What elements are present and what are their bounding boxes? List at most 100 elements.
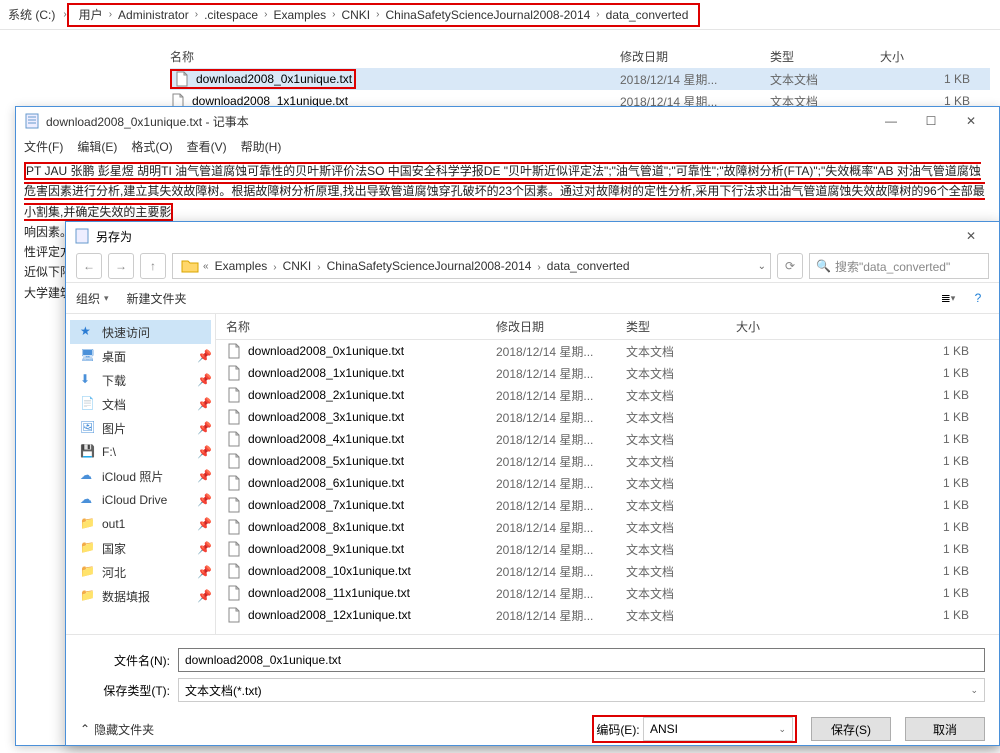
file-row[interactable]: download2008_9x1unique.txt2018/12/14 星期.… <box>216 538 999 560</box>
maximize-icon[interactable]: ☐ <box>911 108 951 134</box>
file-row[interactable]: download2008_8x1unique.txt2018/12/14 星期.… <box>216 516 999 538</box>
sidebar-item[interactable]: 📁河北📌 <box>70 560 211 584</box>
dialog-footer: 文件名(N): 保存类型(T): 文本文档(*.txt)⌄ ⌃ 隐藏文件夹 编码… <box>66 634 999 753</box>
sidebar-item[interactable]: 🖼图片📌 <box>70 416 211 440</box>
sidebar-label: iCloud Drive <box>102 493 167 507</box>
notepad-icon <box>24 113 40 129</box>
col-size[interactable]: 大小 <box>736 318 999 335</box>
col-name[interactable]: 名称 <box>170 48 620 65</box>
menu-item[interactable]: 帮助(H) <box>241 138 282 155</box>
cancel-button[interactable]: 取消 <box>905 717 985 741</box>
sidebar-label: 图片 <box>102 420 126 437</box>
file-row[interactable]: download2008_1x1unique.txt2018/12/14 星期.… <box>216 362 999 384</box>
sidebar-item[interactable]: 📁数据填报📌 <box>70 584 211 608</box>
breadcrumb-path[interactable]: 用户›Administrator›.citespace›Examples›CNK… <box>67 3 701 27</box>
breadcrumb-item[interactable]: Examples <box>267 8 332 22</box>
notepad-title: download2008_0x1unique.txt - 记事本 <box>46 113 871 130</box>
close-icon[interactable]: ✕ <box>951 108 991 134</box>
sidebar-item[interactable]: 📁国家📌 <box>70 536 211 560</box>
breadcrumb-item[interactable]: Examples <box>209 259 274 273</box>
col-type[interactable]: 类型 <box>770 48 880 65</box>
pic-icon: 🖼 <box>80 420 96 436</box>
notepad-titlebar[interactable]: download2008_0x1unique.txt - 记事本 — ☐ ✕ <box>16 107 999 135</box>
download-icon: ⬇ <box>80 372 96 388</box>
menu-item[interactable]: 格式(O) <box>131 138 172 155</box>
view-options-icon[interactable]: ≣ ▾ <box>937 288 959 308</box>
search-input[interactable]: 🔍 搜索"data_converted" <box>809 253 989 279</box>
close-icon[interactable]: ✕ <box>951 223 991 249</box>
file-row[interactable]: download2008_2x1unique.txt2018/12/14 星期.… <box>216 384 999 406</box>
breadcrumb-item[interactable]: CNKI <box>335 8 376 22</box>
hide-folders-toggle[interactable]: ⌃ 隐藏文件夹 <box>80 721 154 738</box>
path-box[interactable]: « Examples›CNKI›ChinaSafetyScienceJourna… <box>172 253 771 279</box>
save-button[interactable]: 保存(S) <box>811 717 891 741</box>
up-icon[interactable]: ↑ <box>140 253 166 279</box>
refresh-icon[interactable]: ⟳ <box>777 253 803 279</box>
file-row[interactable]: download2008_11x1unique.txt2018/12/14 星期… <box>216 582 999 604</box>
save-type-select[interactable]: 文本文档(*.txt)⌄ <box>178 678 985 702</box>
sidebar-label: 快速访问 <box>102 324 150 341</box>
breadcrumb-item[interactable]: ChinaSafetyScienceJournal2008-2014 <box>379 8 596 22</box>
file-row[interactable]: download2008_0x1unique.txt2018/12/14 星期.… <box>170 68 990 90</box>
search-icon: 🔍 <box>816 259 831 273</box>
file-row[interactable]: download2008_5x1unique.txt2018/12/14 星期.… <box>216 450 999 472</box>
file-row[interactable]: download2008_0x1unique.txt2018/12/14 星期.… <box>216 340 999 362</box>
sidebar-label: 国家 <box>102 540 126 557</box>
help-icon[interactable]: ? <box>967 288 989 308</box>
sidebar-item[interactable]: 📁out1📌 <box>70 512 211 536</box>
menu-item[interactable]: 查看(V) <box>187 138 227 155</box>
col-date[interactable]: 修改日期 <box>620 48 770 65</box>
col-type[interactable]: 类型 <box>626 318 736 335</box>
breadcrumb-item[interactable]: CNKI <box>277 259 318 273</box>
breadcrumb-item[interactable]: data_converted <box>600 8 695 22</box>
sidebar-item[interactable]: 🖥桌面📌 <box>70 344 211 368</box>
breadcrumb-item[interactable]: ChinaSafetyScienceJournal2008-2014 <box>321 259 538 273</box>
menu-item[interactable]: 文件(F) <box>24 138 63 155</box>
sidebar-item[interactable]: ☁iCloud 照片📌 <box>70 464 211 488</box>
file-type: 文本文档 <box>626 409 736 426</box>
file-date: 2018/12/14 星期... <box>496 585 626 602</box>
pin-icon: 📌 <box>197 469 211 483</box>
folder-icon: 📁 <box>80 516 96 532</box>
drive-label[interactable]: 系统 (C:) <box>0 6 63 23</box>
sidebar-item[interactable]: ⬇下载📌 <box>70 368 211 392</box>
dialog-title: 另存为 <box>96 228 951 245</box>
filename-input[interactable] <box>178 648 985 672</box>
file-row[interactable]: download2008_10x1unique.txt2018/12/14 星期… <box>216 560 999 582</box>
file-type: 文本文档 <box>626 343 736 360</box>
breadcrumb-item[interactable]: Administrator <box>112 8 195 22</box>
sidebar-label: 河北 <box>102 564 126 581</box>
sidebar-item[interactable]: ★ 快速访问 <box>70 320 211 344</box>
col-date[interactable]: 修改日期 <box>496 318 626 335</box>
sidebar-item[interactable]: 💾F:\📌 <box>70 440 211 464</box>
file-date: 2018/12/14 星期... <box>496 343 626 360</box>
file-date: 2018/12/14 星期... <box>496 431 626 448</box>
menu-item[interactable]: 编辑(E) <box>77 138 117 155</box>
star-icon: ★ <box>80 324 96 340</box>
chevron-down-icon[interactable]: ⌄ <box>758 261 766 272</box>
file-row[interactable]: download2008_4x1unique.txt2018/12/14 星期.… <box>216 428 999 450</box>
cloud-icon: ☁ <box>80 468 96 484</box>
organize-button[interactable]: 组织 ▾ <box>76 290 109 307</box>
breadcrumb-item[interactable]: .citespace <box>198 8 264 22</box>
file-row[interactable]: download2008_12x1unique.txt2018/12/14 星期… <box>216 604 999 626</box>
breadcrumb-item[interactable]: data_converted <box>541 259 636 273</box>
col-size[interactable]: 大小 <box>880 48 990 65</box>
file-row[interactable]: download2008_6x1unique.txt2018/12/14 星期.… <box>216 472 999 494</box>
file-row[interactable]: download2008_7x1unique.txt2018/12/14 星期.… <box>216 494 999 516</box>
forward-icon[interactable]: → <box>108 253 134 279</box>
col-name[interactable]: 名称 <box>226 318 496 335</box>
minimize-icon[interactable]: — <box>871 108 911 134</box>
sidebar-item[interactable]: 📄文档📌 <box>70 392 211 416</box>
encoding-select[interactable]: ANSI⌄ <box>643 717 793 741</box>
file-row[interactable]: download2008_3x1unique.txt2018/12/14 星期.… <box>216 406 999 428</box>
sidebar-item[interactable]: ☁iCloud Drive📌 <box>70 488 211 512</box>
breadcrumb-item[interactable]: 用户 <box>73 6 109 23</box>
pin-icon: 📌 <box>197 589 211 603</box>
dialog-addressbar: ← → ↑ « Examples›CNKI›ChinaSafetyScience… <box>66 250 999 282</box>
back-icon[interactable]: ← <box>76 253 102 279</box>
new-folder-button[interactable]: 新建文件夹 <box>127 290 187 307</box>
dialog-titlebar[interactable]: 另存为 ✕ <box>66 222 999 250</box>
pin-icon: 📌 <box>197 541 211 555</box>
encoding-highlight: 编码(E): ANSI⌄ <box>592 715 797 743</box>
